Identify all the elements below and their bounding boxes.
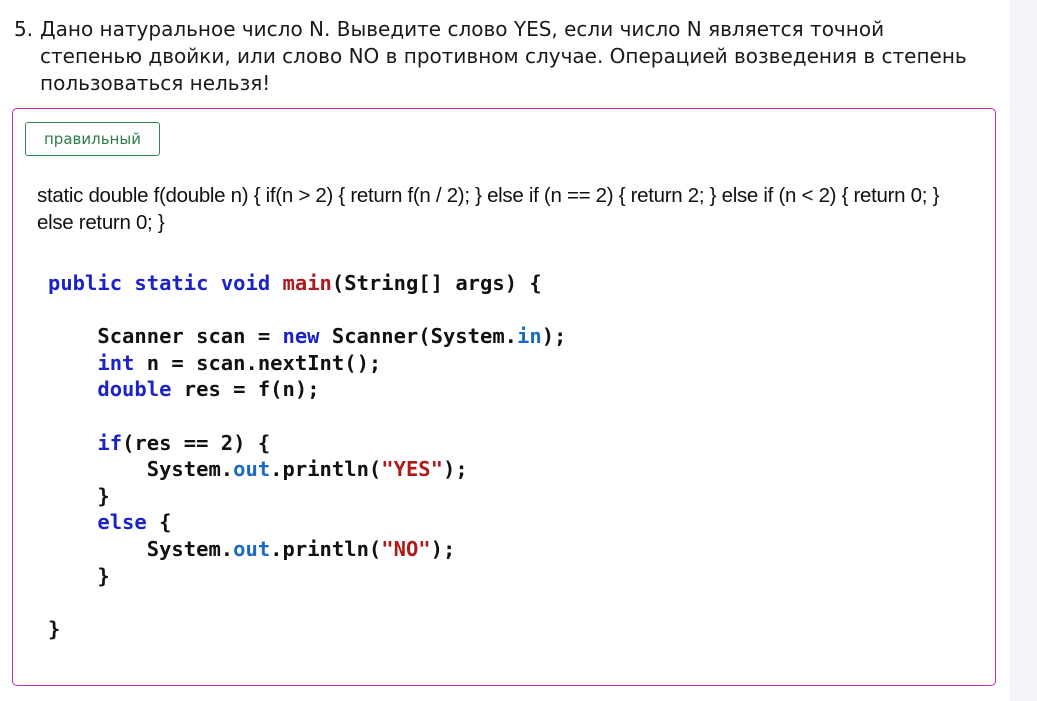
code-text: (res == 2) { (122, 430, 271, 455)
question-text: Дано натуральное число N. Выведите слово… (40, 17, 967, 95)
answer-box: правильный static double f(double n) { i… (12, 108, 996, 686)
code-line-else: else { (48, 509, 566, 536)
correct-badge: правильный (25, 122, 160, 156)
code-line-print-no: System.out.println("NO"); (48, 536, 566, 563)
code-text: n = scan.nextInt(); (134, 350, 382, 375)
method-name: main (282, 271, 332, 295)
field-name: out (233, 536, 271, 561)
keyword: static (134, 271, 209, 295)
code-text: } (48, 483, 110, 508)
code-line-main: public static void main(String[] args) { (48, 270, 566, 297)
keyword: if (97, 430, 123, 455)
question-number: 5. (14, 17, 34, 41)
code-line-close-main: } (48, 616, 566, 643)
string-literal: "NO" (381, 536, 431, 561)
string-literal: "YES" (381, 457, 443, 482)
code-line-close: } (48, 483, 566, 510)
page: 5. Дано натуральное число N. Выведите сл… (0, 0, 1010, 701)
keyword: double (97, 377, 172, 402)
code-text: Scanner(System. (319, 324, 518, 349)
code-text: System. (48, 536, 234, 561)
code-text: .println( (270, 457, 382, 482)
code-text: } (48, 563, 110, 588)
code-line-double: double res = f(n); (48, 376, 566, 403)
code-line-close: } (48, 563, 566, 590)
code-text: Scanner scan = (48, 324, 283, 349)
code-line-if: if(res == 2) { (48, 430, 566, 457)
code-line-print-yes: System.out.println("YES"); (48, 456, 566, 483)
code-text: ); (541, 324, 567, 349)
code-text: System. (48, 457, 234, 482)
keyword: int (97, 350, 135, 375)
keyword: new (282, 324, 320, 349)
code-text: (String[] args) { (331, 271, 542, 295)
code-text: res = f(n); (171, 377, 320, 402)
code-text: ); (430, 536, 456, 561)
code-block: public static void main(String[] args) {… (48, 270, 566, 642)
keyword: void (220, 271, 271, 295)
field-name: in (517, 324, 542, 349)
keyword: public (48, 271, 123, 295)
question-block: 5. Дано натуральное число N. Выведите сл… (14, 16, 989, 97)
code-text: } (48, 616, 61, 641)
field-name: out (233, 457, 271, 482)
code-text: { (146, 510, 172, 535)
function-definition-text: static double f(double n) { if(n > 2) { … (37, 184, 940, 234)
code-line-int: int n = scan.nextInt(); (48, 350, 566, 377)
code-line-scanner: Scanner scan = new Scanner(System.in); (48, 323, 566, 350)
keyword: else (97, 510, 147, 535)
code-text: ); (442, 457, 468, 482)
code-text: .println( (270, 536, 382, 561)
